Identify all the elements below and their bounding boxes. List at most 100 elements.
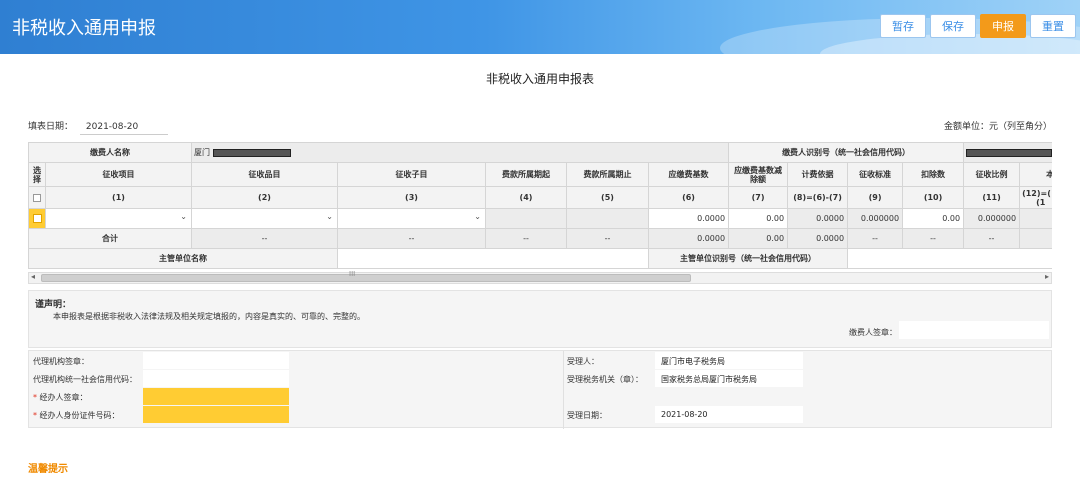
deduct-num-field[interactable]: 0.00 — [902, 208, 965, 229]
required-mark: * — [33, 411, 37, 420]
form-title: 非税收入通用申报表 — [485, 72, 594, 86]
col-deduct-num: 扣除数 — [902, 162, 965, 187]
col-item: 征收项目 — [45, 162, 192, 187]
col-index: (11) — [963, 186, 1021, 209]
agency-credit-code-label: 代理机构统一社会信用代码： — [33, 375, 137, 384]
app-title: 非税收入通用申报 — [12, 18, 156, 39]
payer-name-prefix: 厦门 — [194, 148, 210, 157]
tips-heading: 温馨提示 — [28, 464, 68, 475]
chevron-down-icon: ⌄ — [326, 212, 333, 221]
fill-date-label: 填表日期： — [28, 122, 74, 132]
col-index-current-b: (1 — [1036, 197, 1046, 207]
currency-unit-note: 金额单位：元（列至角分） — [943, 122, 1052, 132]
accept-date-value: 2021-08-20 — [661, 410, 708, 419]
payer-id-label: 缴费人识别号（统一社会信用代码） — [728, 142, 965, 163]
total-calc-basis: 0.0000 — [787, 228, 849, 249]
dept-name-label: 主管单位名称 — [28, 248, 338, 269]
col-standard: 征收标准 — [847, 162, 904, 187]
payer-name-label: 缴费人名称 — [28, 142, 192, 163]
agency-seal-label: 代理机构签章： — [33, 357, 89, 366]
fill-date-row: 填表日期： 2021-08-20 — [28, 119, 168, 135]
dept-id-label: 主管单位识别号（统一社会信用代码） — [647, 248, 849, 269]
redacted-block — [212, 148, 291, 157]
handler-id-field[interactable] — [143, 406, 289, 423]
row-checkbox[interactable] — [32, 214, 42, 223]
reset-button[interactable]: 重置 — [1030, 14, 1076, 38]
row-select-cell — [28, 208, 46, 229]
receiver-label: 受理人： — [567, 357, 599, 366]
ratio-value: 0.000000 — [963, 208, 1021, 229]
col-ratio: 征收比例 — [963, 162, 1021, 187]
horizontal-scrollbar[interactable]: ◂ III ▸ — [28, 270, 1052, 284]
agency-section: 代理机构签章： 代理机构统一社会信用代码： * 经办人签章： * 经办人身份证件… — [28, 350, 1052, 429]
handler-sign-label: 经办人签章： — [39, 393, 88, 402]
accept-date-label: 受理日期： — [567, 411, 607, 420]
item-select[interactable]: ⌄ — [45, 208, 192, 229]
subitem-select[interactable]: ⌄ — [337, 208, 486, 229]
total-deduct-num: -- — [902, 228, 965, 249]
col-index: (6) — [647, 186, 730, 209]
col-index: (3) — [337, 186, 486, 209]
category-select[interactable]: ⌄ — [191, 208, 338, 229]
period-end-field[interactable] — [566, 208, 649, 229]
calc-basis-value: 0.0000 — [787, 208, 849, 229]
col-category: 征收品目 — [191, 162, 338, 187]
tax-office-label: 受理税务机关（章）： — [567, 375, 643, 384]
total-deduction: 0.00 — [728, 228, 789, 249]
agency-seal-field[interactable] — [143, 352, 289, 369]
declare-button[interactable]: 申报 — [980, 14, 1026, 38]
col-subitem: 征收子目 — [337, 162, 486, 187]
chevron-down-icon: ⌄ — [180, 212, 187, 221]
temp-save-button[interactable]: 暂存 — [880, 14, 926, 38]
header-bar: 非税收入通用申报 暂存 保存 申报 重置 — [0, 0, 1080, 54]
col-index: (8)=(6)-(7) — [787, 186, 849, 209]
declaration-section: 谨声明： 本申报表是根据非税收入法律法规及相关规定填报的，内容是真实的、可靠的、… — [28, 290, 1052, 348]
total-category: -- — [191, 228, 338, 249]
declaration-heading: 谨声明： — [35, 300, 72, 310]
col-period-end: 费款所属期止 — [566, 162, 649, 187]
deduction-field[interactable]: 0.00 — [728, 208, 789, 229]
tax-office-value: 国家税务总局厦门市税务局 — [661, 375, 757, 384]
handler-sign-field[interactable] — [143, 388, 289, 405]
col-base: 应缴费基数 — [647, 162, 730, 187]
select-all-checkbox[interactable] — [33, 193, 41, 202]
current-value — [1019, 208, 1052, 229]
total-base: 0.0000 — [647, 228, 730, 249]
col-index: (10) — [902, 186, 965, 209]
payer-signature-field[interactable] — [899, 321, 1049, 339]
col-index: (5) — [566, 186, 649, 209]
fill-date-field[interactable]: 2021-08-20 — [79, 122, 168, 135]
dept-id-value — [847, 248, 1052, 269]
total-label: 合计 — [28, 228, 192, 249]
period-start-field[interactable] — [485, 208, 567, 229]
col-index: (7) — [728, 186, 789, 209]
scrollbar-thumb[interactable] — [41, 274, 691, 282]
dept-name-value — [337, 248, 649, 269]
col-current: 本期 — [1019, 162, 1052, 187]
declaration-table: 缴费人名称 厦门 缴费人识别号（统一社会信用代码） 选择 征收项目 征收品目 征… — [28, 142, 1052, 270]
col-deduction: 应缴费基数减除额 — [728, 162, 789, 187]
total-period-start: -- — [485, 228, 567, 249]
col-index-current-a: (12)=( — [1022, 188, 1051, 198]
total-standard: -- — [847, 228, 904, 249]
required-mark: * — [33, 393, 37, 402]
table-row: ⌄ ⌄ ⌄ 0.0000 0.00 0.0000 0.000000 0.00 0… — [28, 208, 1052, 229]
handler-sign-row: * 经办人签章： — [33, 392, 88, 403]
payer-signature-label: 缴费人签章： — [849, 328, 897, 337]
redacted-block — [966, 148, 1052, 157]
section-divider — [563, 351, 564, 429]
handler-id-row: * 经办人身份证件号码： — [33, 410, 120, 421]
standard-value: 0.000000 — [847, 208, 904, 229]
agency-credit-code-field[interactable] — [143, 370, 289, 387]
base-field[interactable]: 0.0000 — [647, 208, 730, 229]
total-period-end: -- — [566, 228, 649, 249]
total-ratio: -- — [963, 228, 1021, 249]
col-calc-basis: 计费依据 — [787, 162, 849, 187]
scroll-right-icon[interactable]: ▸ — [1045, 272, 1049, 281]
declaration-body: 本申报表是根据非税收入法律法规及相关规定填报的，内容是真实的、可靠的、完整的。 — [53, 312, 365, 321]
scroll-left-icon[interactable]: ◂ — [31, 272, 35, 281]
save-button[interactable]: 保存 — [930, 14, 976, 38]
select-all-cell — [28, 186, 46, 209]
scrollbar-grip-icon: III — [349, 270, 356, 278]
handler-id-label: 经办人身份证件号码： — [39, 411, 120, 420]
